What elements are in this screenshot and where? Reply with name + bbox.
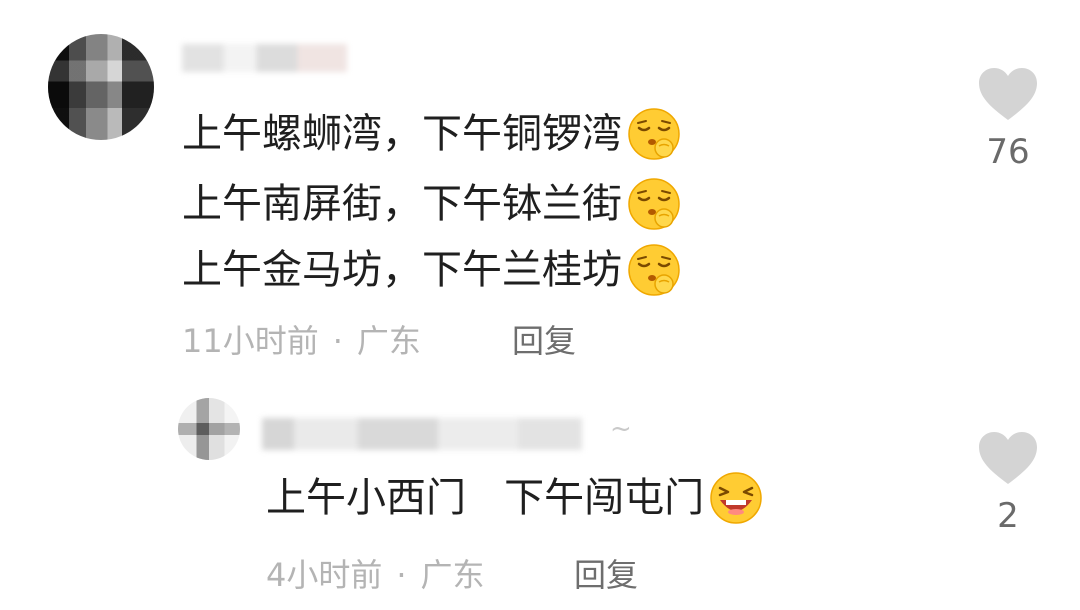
laughing-face-emoji-icon [708,470,764,526]
reply-like-button[interactable]: 2 [976,430,1040,536]
comment-line-1-text: 上午螺蛳湾，下午铜锣湾 [182,111,622,157]
replier-name-blurred[interactable] [262,418,582,450]
reply-text: 上午小西门 下午闯屯门 [266,475,705,521]
replier-avatar[interactable] [178,398,240,460]
heart-icon [979,432,1037,484]
reply-like-count: 2 [997,496,1019,536]
shushing-face-emoji-icon [626,242,682,298]
reply-time: 4小时前 [266,556,383,594]
comment-like-button[interactable]: 76 [976,66,1040,172]
meta-separator: · [396,556,407,594]
comment-line-2: 上午南屏街，下午钵兰街 [182,176,682,232]
comment-line-3-text: 上午金马坊，下午兰桂坊 [182,247,622,293]
comment-like-count: 76 [986,132,1030,172]
comment-location: 广东 [356,322,421,360]
comment-line-2-text: 上午南屏街，下午钵兰街 [182,181,622,227]
reply-meta: 4小时前 · 广东 [266,550,485,596]
commenter-avatar[interactable] [48,34,154,140]
reply-line: 上午小西门 下午闯屯门 [266,470,764,526]
heart-icon [979,68,1037,120]
commenter-name-blurred[interactable] [182,44,347,72]
reply-reply-button[interactable]: 回复 [574,550,638,596]
shushing-face-emoji-icon [626,106,682,162]
reply-location: 广东 [420,556,485,594]
comment-line-1: 上午螺蛳湾，下午铜锣湾 [182,106,682,162]
comment-meta: 11小时前 · 广东 [182,316,421,362]
shushing-face-emoji-icon [626,176,682,232]
replier-name-suffix: ~ [610,414,632,444]
comment-reply-button[interactable]: 回复 [512,316,576,362]
meta-separator: · [332,322,343,360]
comment-line-3: 上午金马坊，下午兰桂坊 [182,242,682,298]
comment-time: 11小时前 [182,322,319,360]
